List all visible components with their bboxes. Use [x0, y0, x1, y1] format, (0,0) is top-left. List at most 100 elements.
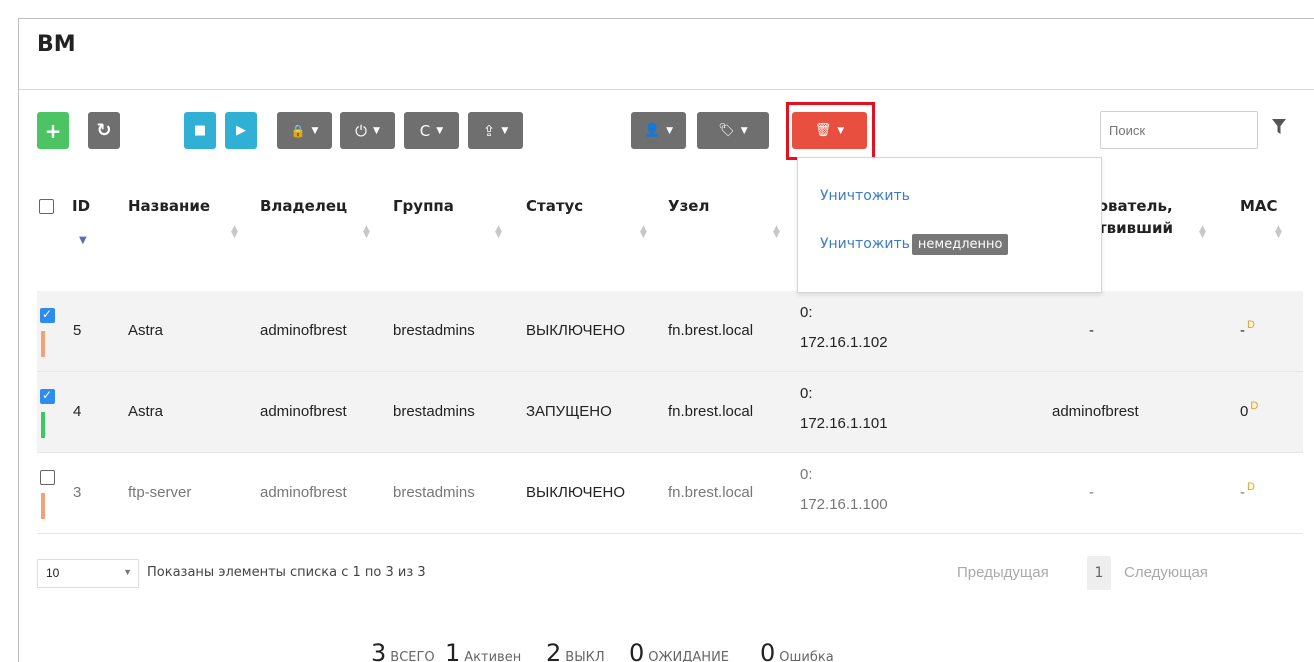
- user-menu-button[interactable]: 👤 ▼: [631, 112, 686, 149]
- d-flag: D: [1250, 400, 1259, 412]
- mac-value: -: [1240, 484, 1245, 501]
- caret-down-icon: ▼: [501, 125, 509, 136]
- cell-name: Astra: [128, 322, 164, 339]
- table-row[interactable]: 4 Astra adminofbrest brestadmins ЗАПУЩЕН…: [37, 372, 1303, 453]
- cell-ip: 172.16.1.101: [800, 415, 888, 432]
- cell-name: ftp-server: [128, 484, 192, 501]
- total-label: ВСЕГО: [390, 650, 435, 662]
- refresh-button[interactable]: ↻: [88, 112, 120, 149]
- menu-item-destroy[interactable]: Уничтожить: [820, 188, 910, 204]
- cell-ip: 172.16.1.100: [800, 496, 888, 513]
- col-group[interactable]: Группа: [393, 195, 454, 217]
- sort-icon: ▲ ▼: [1199, 224, 1206, 240]
- active-count: 1 Активен: [445, 639, 521, 662]
- cell-host: fn.brest.local: [668, 403, 754, 420]
- row-checkbox[interactable]: [40, 388, 55, 404]
- cell-status: ЗАПУЩЕНО: [526, 403, 612, 420]
- error-value: 0: [760, 639, 776, 662]
- row-checkbox[interactable]: [40, 307, 55, 323]
- active-label: Активен: [464, 650, 522, 662]
- page-number-button[interactable]: 1: [1087, 556, 1111, 590]
- cell-mac: -D: [1240, 319, 1255, 339]
- col-id[interactable]: ID: [72, 195, 90, 217]
- immediately-badge: немедленно: [911, 234, 1009, 255]
- cell-id: 5: [73, 322, 82, 339]
- play-icon: ▶: [236, 123, 246, 138]
- reboot-icon: C: [419, 121, 431, 140]
- cell-status: ВЫКЛЮЧЕНО: [526, 484, 626, 501]
- lock-icon: 🔒: [290, 123, 306, 138]
- filter-icon[interactable]: [1272, 119, 1286, 135]
- power-menu-button[interactable]: ⏻ ▼: [340, 112, 395, 149]
- cell-mac: -D: [1240, 481, 1255, 501]
- sort-icon: ▲ ▼: [1275, 224, 1282, 240]
- page-size-select[interactable]: 10 ▼: [37, 559, 139, 588]
- table-row[interactable]: 5 Astra adminofbrest brestadmins ВЫКЛЮЧЕ…: [37, 291, 1303, 372]
- tag-menu-button[interactable]: 🏷 ▼: [697, 112, 769, 149]
- cell-owner: adminofbrest: [260, 403, 347, 420]
- add-button[interactable]: +: [37, 112, 69, 149]
- share-icon: ⇪: [482, 121, 496, 140]
- state-indicator: [41, 493, 45, 519]
- menu-item-destroy-now-label: Уничтожить: [820, 236, 910, 252]
- cell-owner: adminofbrest: [260, 322, 347, 339]
- next-page-button[interactable]: Следующая: [1124, 564, 1208, 581]
- col-host[interactable]: Узел: [668, 195, 709, 217]
- pending-value: 0: [629, 639, 645, 662]
- row-checkbox[interactable]: [40, 470, 55, 485]
- off-count: 2 ВЫКЛ: [546, 639, 605, 662]
- table-row[interactable]: 3 ftp-server adminofbrest brestadmins ВЫ…: [37, 453, 1303, 534]
- cell-host: fn.brest.local: [668, 484, 754, 501]
- error-label: Ошибка: [779, 650, 834, 662]
- cell-user: adminofbrest: [1052, 403, 1139, 420]
- cell-name: Astra: [128, 403, 164, 420]
- pending-label: ОЖИДАНИЕ: [648, 650, 730, 662]
- mac-value: 0: [1240, 403, 1249, 420]
- caret-down-icon: ▼: [436, 125, 444, 136]
- pagination-info: Показаны элементы списка с 1 по 3 из 3: [147, 565, 426, 580]
- title-divider: [19, 89, 1314, 90]
- col-mac[interactable]: MAC: [1240, 195, 1278, 217]
- page-size-value: 10: [46, 566, 60, 580]
- col-status[interactable]: Статус: [526, 195, 583, 217]
- menu-item-destroy-now[interactable]: Уничтожить немедленно: [820, 234, 1009, 255]
- select-all-checkbox[interactable]: [39, 199, 54, 214]
- sort-icon: ▲ ▼: [495, 224, 502, 240]
- sort-icon: ▲ ▼: [773, 224, 780, 240]
- save-button[interactable]: ■: [184, 112, 216, 149]
- off-value: 2: [546, 639, 562, 662]
- reboot-menu-button[interactable]: C ▼: [404, 112, 459, 149]
- lock-menu-button[interactable]: 🔒 ▼: [277, 112, 332, 149]
- delete-button-highlight: [786, 102, 875, 160]
- caret-down-icon: ▼: [311, 125, 319, 136]
- cell-group: brestadmins: [393, 484, 475, 501]
- prev-page-button[interactable]: Предыдущая: [957, 564, 1049, 581]
- plus-icon: +: [44, 118, 62, 143]
- power-icon: ⏻: [355, 121, 367, 140]
- cell-user: -: [1089, 322, 1094, 339]
- col-owner[interactable]: Владелец: [260, 195, 347, 217]
- tag-icon: 🏷: [718, 123, 735, 138]
- cell-ip-prefix: 0:: [800, 466, 813, 483]
- search-input[interactable]: [1100, 111, 1258, 149]
- sort-icon: ▲ ▼: [231, 224, 238, 240]
- total-value: 3: [371, 639, 387, 662]
- share-menu-button[interactable]: ⇪ ▼: [468, 112, 523, 149]
- off-label: ВЫКЛ: [565, 650, 605, 662]
- d-flag: D: [1247, 481, 1255, 493]
- error-count: 0 Ошибка: [760, 639, 834, 662]
- sort-icon: ▲ ▼: [363, 224, 370, 240]
- cell-status: ВЫКЛЮЧЕНО: [526, 322, 626, 339]
- cell-owner: adminofbrest: [260, 484, 347, 501]
- play-button[interactable]: ▶: [225, 112, 257, 149]
- caret-down-icon: ▼: [740, 125, 748, 136]
- mac-value: -: [1240, 322, 1245, 339]
- total-count: 3 ВСЕГО: [371, 639, 435, 662]
- cell-host: fn.brest.local: [668, 322, 754, 339]
- delete-dropdown-menu: Уничтожить Уничтожить немедленно: [797, 157, 1102, 293]
- page-title: ВМ: [37, 32, 76, 57]
- pending-count: 0 ОЖИДАНИЕ: [629, 639, 729, 662]
- chevron-down-icon: ▼: [123, 567, 132, 577]
- col-name[interactable]: Название: [128, 195, 210, 217]
- user-icon: 👤: [643, 123, 661, 138]
